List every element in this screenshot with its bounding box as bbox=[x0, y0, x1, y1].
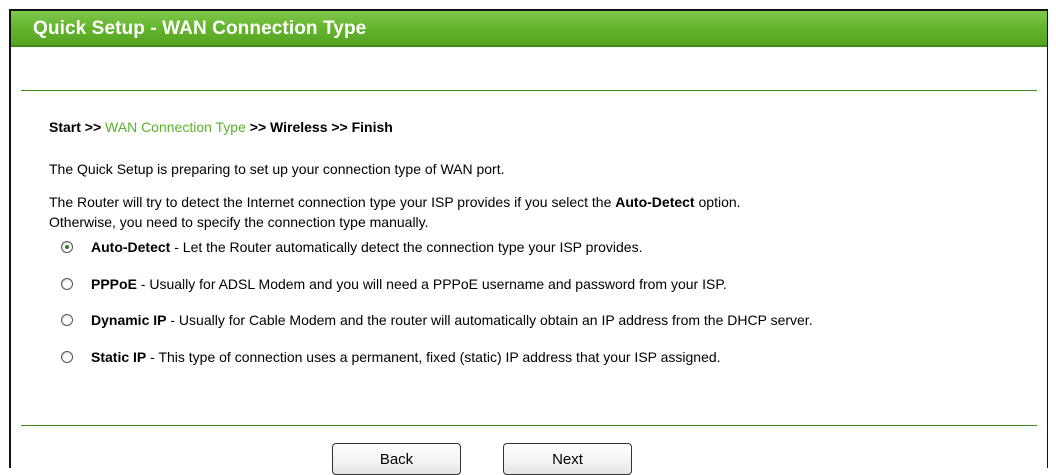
breadcrumb-rest: >> Wireless >> Finish bbox=[249, 119, 393, 135]
option-name: PPPoE bbox=[91, 276, 137, 292]
breadcrumb: Start >> WAN Connection Type >> Wireless… bbox=[49, 119, 393, 135]
option-name: Dynamic IP bbox=[91, 312, 167, 328]
detect-paragraph: The Router will try to detect the Intern… bbox=[49, 192, 741, 232]
option-pppoe[interactable]: PPPoE - Usually for ADSL Modem and you w… bbox=[61, 276, 727, 292]
option-desc: - Usually for ADSL Modem and you will ne… bbox=[136, 276, 727, 292]
radio-dynamic-ip[interactable] bbox=[61, 314, 73, 326]
title-bar: Quick Setup - WAN Connection Type bbox=[11, 11, 1047, 47]
detect-text-before: The Router will try to detect the Intern… bbox=[49, 194, 612, 210]
option-static-ip[interactable]: Static IP - This type of connection uses… bbox=[61, 349, 721, 365]
option-name: Static IP bbox=[91, 349, 147, 365]
divider-bottom bbox=[21, 425, 1037, 426]
page-title: Quick Setup - WAN Connection Type bbox=[33, 18, 367, 39]
divider-top bbox=[21, 90, 1037, 91]
detect-text-bold: Auto-Detect bbox=[615, 194, 695, 210]
next-button[interactable]: Next bbox=[503, 443, 632, 475]
breadcrumb-current: WAN Connection Type bbox=[105, 119, 246, 135]
intro-text: The Quick Setup is preparing to set up y… bbox=[49, 161, 505, 177]
detect-text-after: option. bbox=[698, 194, 741, 210]
setup-frame: Quick Setup - WAN Connection Type Start … bbox=[9, 9, 1048, 475]
option-dynamic-ip[interactable]: Dynamic IP - Usually for Cable Modem and… bbox=[61, 312, 813, 328]
detect-text-line2: Otherwise, you need to specify the conne… bbox=[49, 214, 429, 230]
option-auto-detect[interactable]: Auto-Detect - Let the Router automatical… bbox=[61, 239, 642, 255]
breadcrumb-start: Start >> bbox=[49, 119, 102, 135]
option-name: Auto-Detect bbox=[91, 239, 171, 255]
option-desc: - Usually for Cable Modem and the router… bbox=[166, 312, 813, 328]
radio-pppoe[interactable] bbox=[61, 278, 73, 290]
option-desc: - This type of connection uses a permane… bbox=[146, 349, 721, 365]
back-button[interactable]: Back bbox=[332, 443, 461, 475]
radio-static-ip[interactable] bbox=[61, 351, 73, 363]
option-desc: - Let the Router automatically detect th… bbox=[170, 239, 643, 255]
radio-auto-detect[interactable] bbox=[61, 241, 73, 253]
